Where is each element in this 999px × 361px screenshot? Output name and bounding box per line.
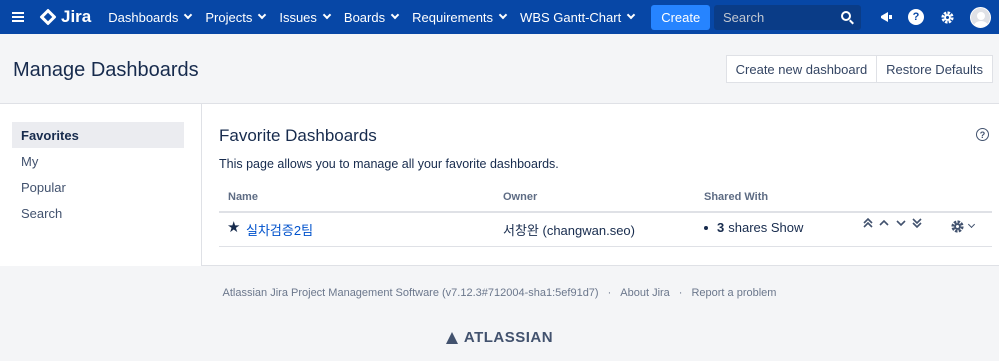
shared-with-cell: 3 shares Show bbox=[704, 220, 803, 235]
jira-logo-icon bbox=[39, 8, 57, 26]
chevron-down-icon bbox=[390, 10, 400, 20]
sidebar-item-my[interactable]: My bbox=[12, 148, 184, 174]
nav-dashboards-label: Dashboards bbox=[108, 9, 179, 25]
owner-cell: 서창완 (changwan.seo) bbox=[503, 223, 635, 238]
create-new-dashboard-button[interactable]: Create new dashboard bbox=[725, 55, 878, 83]
chevron-down-icon bbox=[626, 10, 636, 20]
search-input[interactable]: Search bbox=[714, 5, 861, 30]
footer-separator: · bbox=[678, 287, 683, 299]
search-placeholder: Search bbox=[723, 10, 765, 25]
move-up-icon[interactable] bbox=[878, 217, 890, 232]
nav-requirements-label: Requirements bbox=[412, 9, 494, 25]
chevron-down-icon bbox=[184, 10, 193, 20]
chevron-down-icon bbox=[258, 10, 267, 20]
sidebar-item-search[interactable]: Search bbox=[12, 200, 184, 226]
help-icon[interactable]: ? bbox=[908, 9, 924, 25]
sidebar-item-label: Favorites bbox=[21, 127, 79, 143]
footer-software-version: Atlassian Jira Project Management Softwa… bbox=[222, 287, 599, 299]
nav-boards[interactable]: Boards bbox=[337, 0, 405, 34]
sidebar-item-label: Search bbox=[21, 205, 63, 221]
column-header-name: Name bbox=[228, 191, 258, 203]
row-divider bbox=[219, 246, 992, 247]
nav-dashboards[interactable]: Dashboards bbox=[101, 0, 198, 34]
move-to-bottom-icon[interactable] bbox=[911, 217, 923, 232]
footer-separator: · bbox=[607, 287, 612, 299]
report-problem-link[interactable]: Report a problem bbox=[691, 287, 776, 299]
nav-wbs-gantt-chart[interactable]: WBS Gantt-Chart bbox=[513, 0, 641, 34]
atlassian-logo-text: ATLASSIAN bbox=[463, 329, 554, 346]
page-title: Manage Dashboards bbox=[13, 59, 199, 81]
main-panel: Favorite Dashboards ? This page allows y… bbox=[202, 104, 999, 266]
help-icon[interactable]: ? bbox=[976, 128, 989, 141]
move-to-top-icon[interactable] bbox=[862, 217, 874, 232]
nav-requirements[interactable]: Requirements bbox=[405, 0, 513, 34]
sidebar-item-favorites[interactable]: Favorites bbox=[12, 122, 184, 148]
content-area: Favorites My Popular Search Favorite Das… bbox=[0, 104, 999, 266]
about-jira-link[interactable]: About Jira bbox=[620, 287, 670, 299]
atlassian-logo-icon bbox=[445, 331, 458, 344]
sidebar-item-label: Popular bbox=[21, 179, 66, 195]
move-down-icon[interactable] bbox=[895, 217, 907, 232]
app-switcher-icon[interactable] bbox=[0, 0, 36, 34]
bullet-icon bbox=[704, 225, 708, 230]
chevron-down-icon bbox=[498, 10, 508, 20]
nav-issues[interactable]: Issues bbox=[272, 0, 337, 34]
column-header-shared-with: Shared With bbox=[704, 191, 769, 203]
dashboard-link[interactable]: 실차검증2팀 bbox=[246, 220, 313, 239]
notifications-icon[interactable] bbox=[878, 9, 894, 25]
create-button[interactable]: Create bbox=[651, 4, 711, 30]
header-divider bbox=[219, 211, 992, 213]
page-header: Manage Dashboards Create new dashboard R… bbox=[0, 34, 999, 104]
jira-logo[interactable]: Jira bbox=[36, 0, 101, 34]
nav-projects[interactable]: Projects bbox=[198, 0, 272, 34]
column-header-owner: Owner bbox=[503, 191, 538, 203]
jira-logo-text: Jira bbox=[61, 7, 92, 26]
restore-defaults-button[interactable]: Restore Defaults bbox=[877, 55, 993, 83]
chevron-down-icon[interactable] bbox=[967, 220, 976, 229]
shares-count: 3 bbox=[717, 220, 725, 235]
atlassian-logo[interactable]: ATLASSIAN bbox=[0, 329, 999, 346]
shares-show-link[interactable]: shares Show bbox=[728, 220, 803, 235]
sidebar-item-label: My bbox=[21, 153, 39, 169]
avatar[interactable] bbox=[970, 7, 991, 28]
section-title: Favorite Dashboards bbox=[219, 126, 377, 145]
nav-projects-label: Projects bbox=[205, 9, 253, 25]
sidebar: Favorites My Popular Search bbox=[0, 104, 202, 266]
top-navigation: Jira Dashboards Projects Issues Boards R… bbox=[0, 0, 999, 34]
nav-issues-label: Issues bbox=[279, 9, 317, 25]
footer-links: Atlassian Jira Project Management Softwa… bbox=[0, 287, 999, 299]
star-icon[interactable]: ★ bbox=[227, 218, 240, 236]
nav-boards-label: Boards bbox=[343, 9, 386, 25]
sidebar-item-popular[interactable]: Popular bbox=[12, 174, 184, 200]
chevron-down-icon bbox=[322, 10, 332, 20]
header-actions: Create new dashboard Restore Defaults bbox=[725, 55, 993, 83]
footer: Atlassian Jira Project Management Softwa… bbox=[0, 266, 999, 361]
gear-icon[interactable] bbox=[950, 219, 965, 238]
section-description: This page allows you to manage all your … bbox=[219, 157, 559, 171]
search-icon bbox=[841, 11, 851, 21]
settings-icon[interactable] bbox=[939, 9, 955, 25]
nav-wbs-label: WBS Gantt-Chart bbox=[520, 9, 622, 25]
